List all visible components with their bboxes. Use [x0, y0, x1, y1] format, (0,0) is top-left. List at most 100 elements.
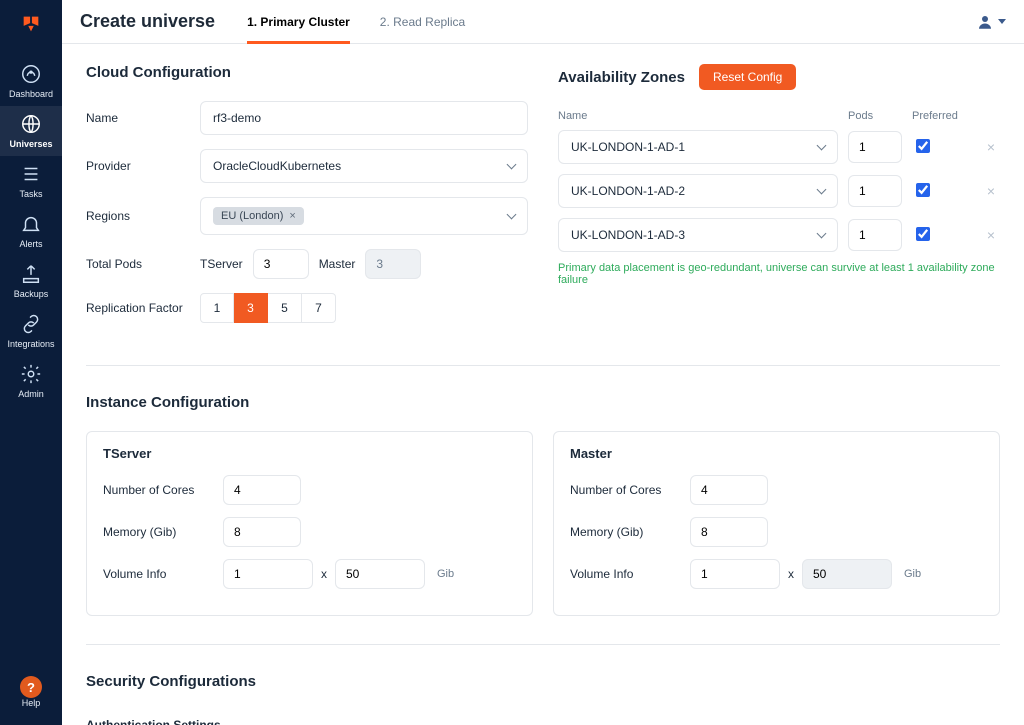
globe-icon	[20, 113, 42, 135]
bell-icon	[20, 213, 42, 235]
chip-remove[interactable]: ×	[289, 210, 295, 222]
cores-label: Number of Cores	[570, 483, 690, 497]
master-card: Master Number of Cores Memory (Gib) Volu…	[553, 431, 1000, 616]
label: Integrations	[7, 339, 54, 349]
label: Admin	[18, 389, 44, 399]
az-pods-input[interactable]	[848, 131, 902, 163]
mem-label: Memory (Gib)	[570, 525, 690, 539]
az-row: UK-LONDON-1-AD-2 ×	[558, 174, 1000, 208]
unit: Gib	[437, 568, 454, 580]
tserver-pods-input[interactable]	[253, 249, 309, 279]
master-vol-count[interactable]	[690, 559, 780, 589]
az-row: UK-LONDON-1-AD-3 ×	[558, 218, 1000, 252]
az-title: Availability Zones	[558, 69, 685, 86]
card-title: TServer	[103, 446, 516, 461]
upload-icon	[20, 263, 42, 285]
times: x	[788, 567, 794, 581]
regions-label: Regions	[86, 209, 200, 223]
chevron-down-icon	[817, 229, 827, 239]
header: Create universe 1. Primary Cluster 2. Re…	[62, 0, 1024, 44]
chevron-down-icon	[507, 210, 517, 220]
nav-dashboard[interactable]: Dashboard	[0, 56, 62, 106]
sidebar: Dashboard Universes Tasks Alerts Backups…	[0, 0, 62, 725]
az-header-name: Name	[558, 110, 838, 122]
master-pods-input	[365, 249, 421, 279]
total-pods-label: Total Pods	[86, 257, 200, 271]
availability-zones: Availability Zones Reset Config Name Pod…	[558, 64, 1000, 337]
label: Backups	[14, 289, 49, 299]
az-name-value: UK-LONDON-1-AD-1	[571, 140, 685, 154]
section-title: Cloud Configuration	[86, 64, 528, 81]
provider-select[interactable]: OracleCloudKubernetes	[200, 149, 528, 183]
chevron-down-icon	[817, 185, 827, 195]
regions-select[interactable]: EU (London) ×	[200, 197, 528, 235]
az-row: UK-LONDON-1-AD-1 ×	[558, 130, 1000, 164]
cores-label: Number of Cores	[103, 483, 223, 497]
mem-label: Memory (Gib)	[103, 525, 223, 539]
az-remove[interactable]: ×	[982, 227, 1000, 243]
chevron-down-icon	[507, 160, 517, 170]
name-input[interactable]	[200, 101, 528, 135]
rf-option-5[interactable]: 5	[268, 293, 302, 323]
page-title: Create universe	[80, 11, 215, 32]
label: Dashboard	[9, 89, 53, 99]
logo	[0, 0, 62, 48]
rf-option-3[interactable]: 3	[234, 293, 268, 323]
auth-settings-title: Authentication Settings	[86, 718, 1000, 725]
tab-read-replica[interactable]: 2. Read Replica	[380, 0, 465, 43]
az-remove[interactable]: ×	[982, 139, 1000, 155]
nav-integrations[interactable]: Integrations	[0, 306, 62, 356]
chevron-down-icon	[817, 141, 827, 151]
label: Help	[22, 698, 41, 708]
divider	[86, 365, 1000, 366]
nav-backups[interactable]: Backups	[0, 256, 62, 306]
az-pods-input[interactable]	[848, 175, 902, 207]
tserver-memory-input[interactable]	[223, 517, 301, 547]
cloud-config: Cloud Configuration Name Provider Oracle…	[86, 64, 528, 337]
help-icon: ?	[20, 676, 42, 698]
rf-label: Replication Factor	[86, 301, 200, 315]
vol-label: Volume Info	[103, 567, 223, 581]
tserver-vol-size[interactable]	[335, 559, 425, 589]
tab-primary-cluster[interactable]: 1. Primary Cluster	[247, 0, 350, 43]
rf-option-7[interactable]: 7	[302, 293, 336, 323]
az-name-value: UK-LONDON-1-AD-3	[571, 228, 685, 242]
vol-label: Volume Info	[570, 567, 690, 581]
name-label: Name	[86, 111, 200, 125]
nav-universes[interactable]: Universes	[0, 106, 62, 156]
user-menu[interactable]	[976, 13, 1006, 31]
master-cores-input[interactable]	[690, 475, 768, 505]
az-name-select[interactable]: UK-LONDON-1-AD-2	[558, 174, 838, 208]
tserver-vol-count[interactable]	[223, 559, 313, 589]
nav-alerts[interactable]: Alerts	[0, 206, 62, 256]
az-preferred-checkbox[interactable]	[916, 139, 930, 153]
label: Universes	[9, 139, 52, 149]
tserver-cores-input[interactable]	[223, 475, 301, 505]
user-icon	[976, 13, 994, 31]
tserver-pods-label: TServer	[200, 257, 243, 271]
az-name-select[interactable]: UK-LONDON-1-AD-3	[558, 218, 838, 252]
chip-text: EU (London)	[221, 210, 283, 222]
nav-admin[interactable]: Admin	[0, 356, 62, 406]
az-name-select[interactable]: UK-LONDON-1-AD-1	[558, 130, 838, 164]
label: Alerts	[19, 239, 42, 249]
az-remove[interactable]: ×	[982, 183, 1000, 199]
gear-icon	[20, 363, 42, 385]
az-preferred-checkbox[interactable]	[916, 227, 930, 241]
provider-label: Provider	[86, 159, 200, 173]
caret-down-icon	[998, 19, 1006, 24]
nav-tasks[interactable]: Tasks	[0, 156, 62, 206]
az-preferred-checkbox[interactable]	[916, 183, 930, 197]
nav-help[interactable]: ? Help	[0, 669, 62, 715]
master-memory-input[interactable]	[690, 517, 768, 547]
provider-value: OracleCloudKubernetes	[213, 159, 341, 173]
rf-option-1[interactable]: 1	[200, 293, 234, 323]
dashboard-icon	[20, 63, 42, 85]
rf-group: 1 3 5 7	[200, 293, 528, 323]
region-chip: EU (London) ×	[213, 207, 304, 225]
az-pods-input[interactable]	[848, 219, 902, 251]
link-icon	[20, 313, 42, 335]
unit: Gib	[904, 568, 921, 580]
master-pods-label: Master	[319, 257, 356, 271]
reset-config-button[interactable]: Reset Config	[699, 64, 796, 90]
